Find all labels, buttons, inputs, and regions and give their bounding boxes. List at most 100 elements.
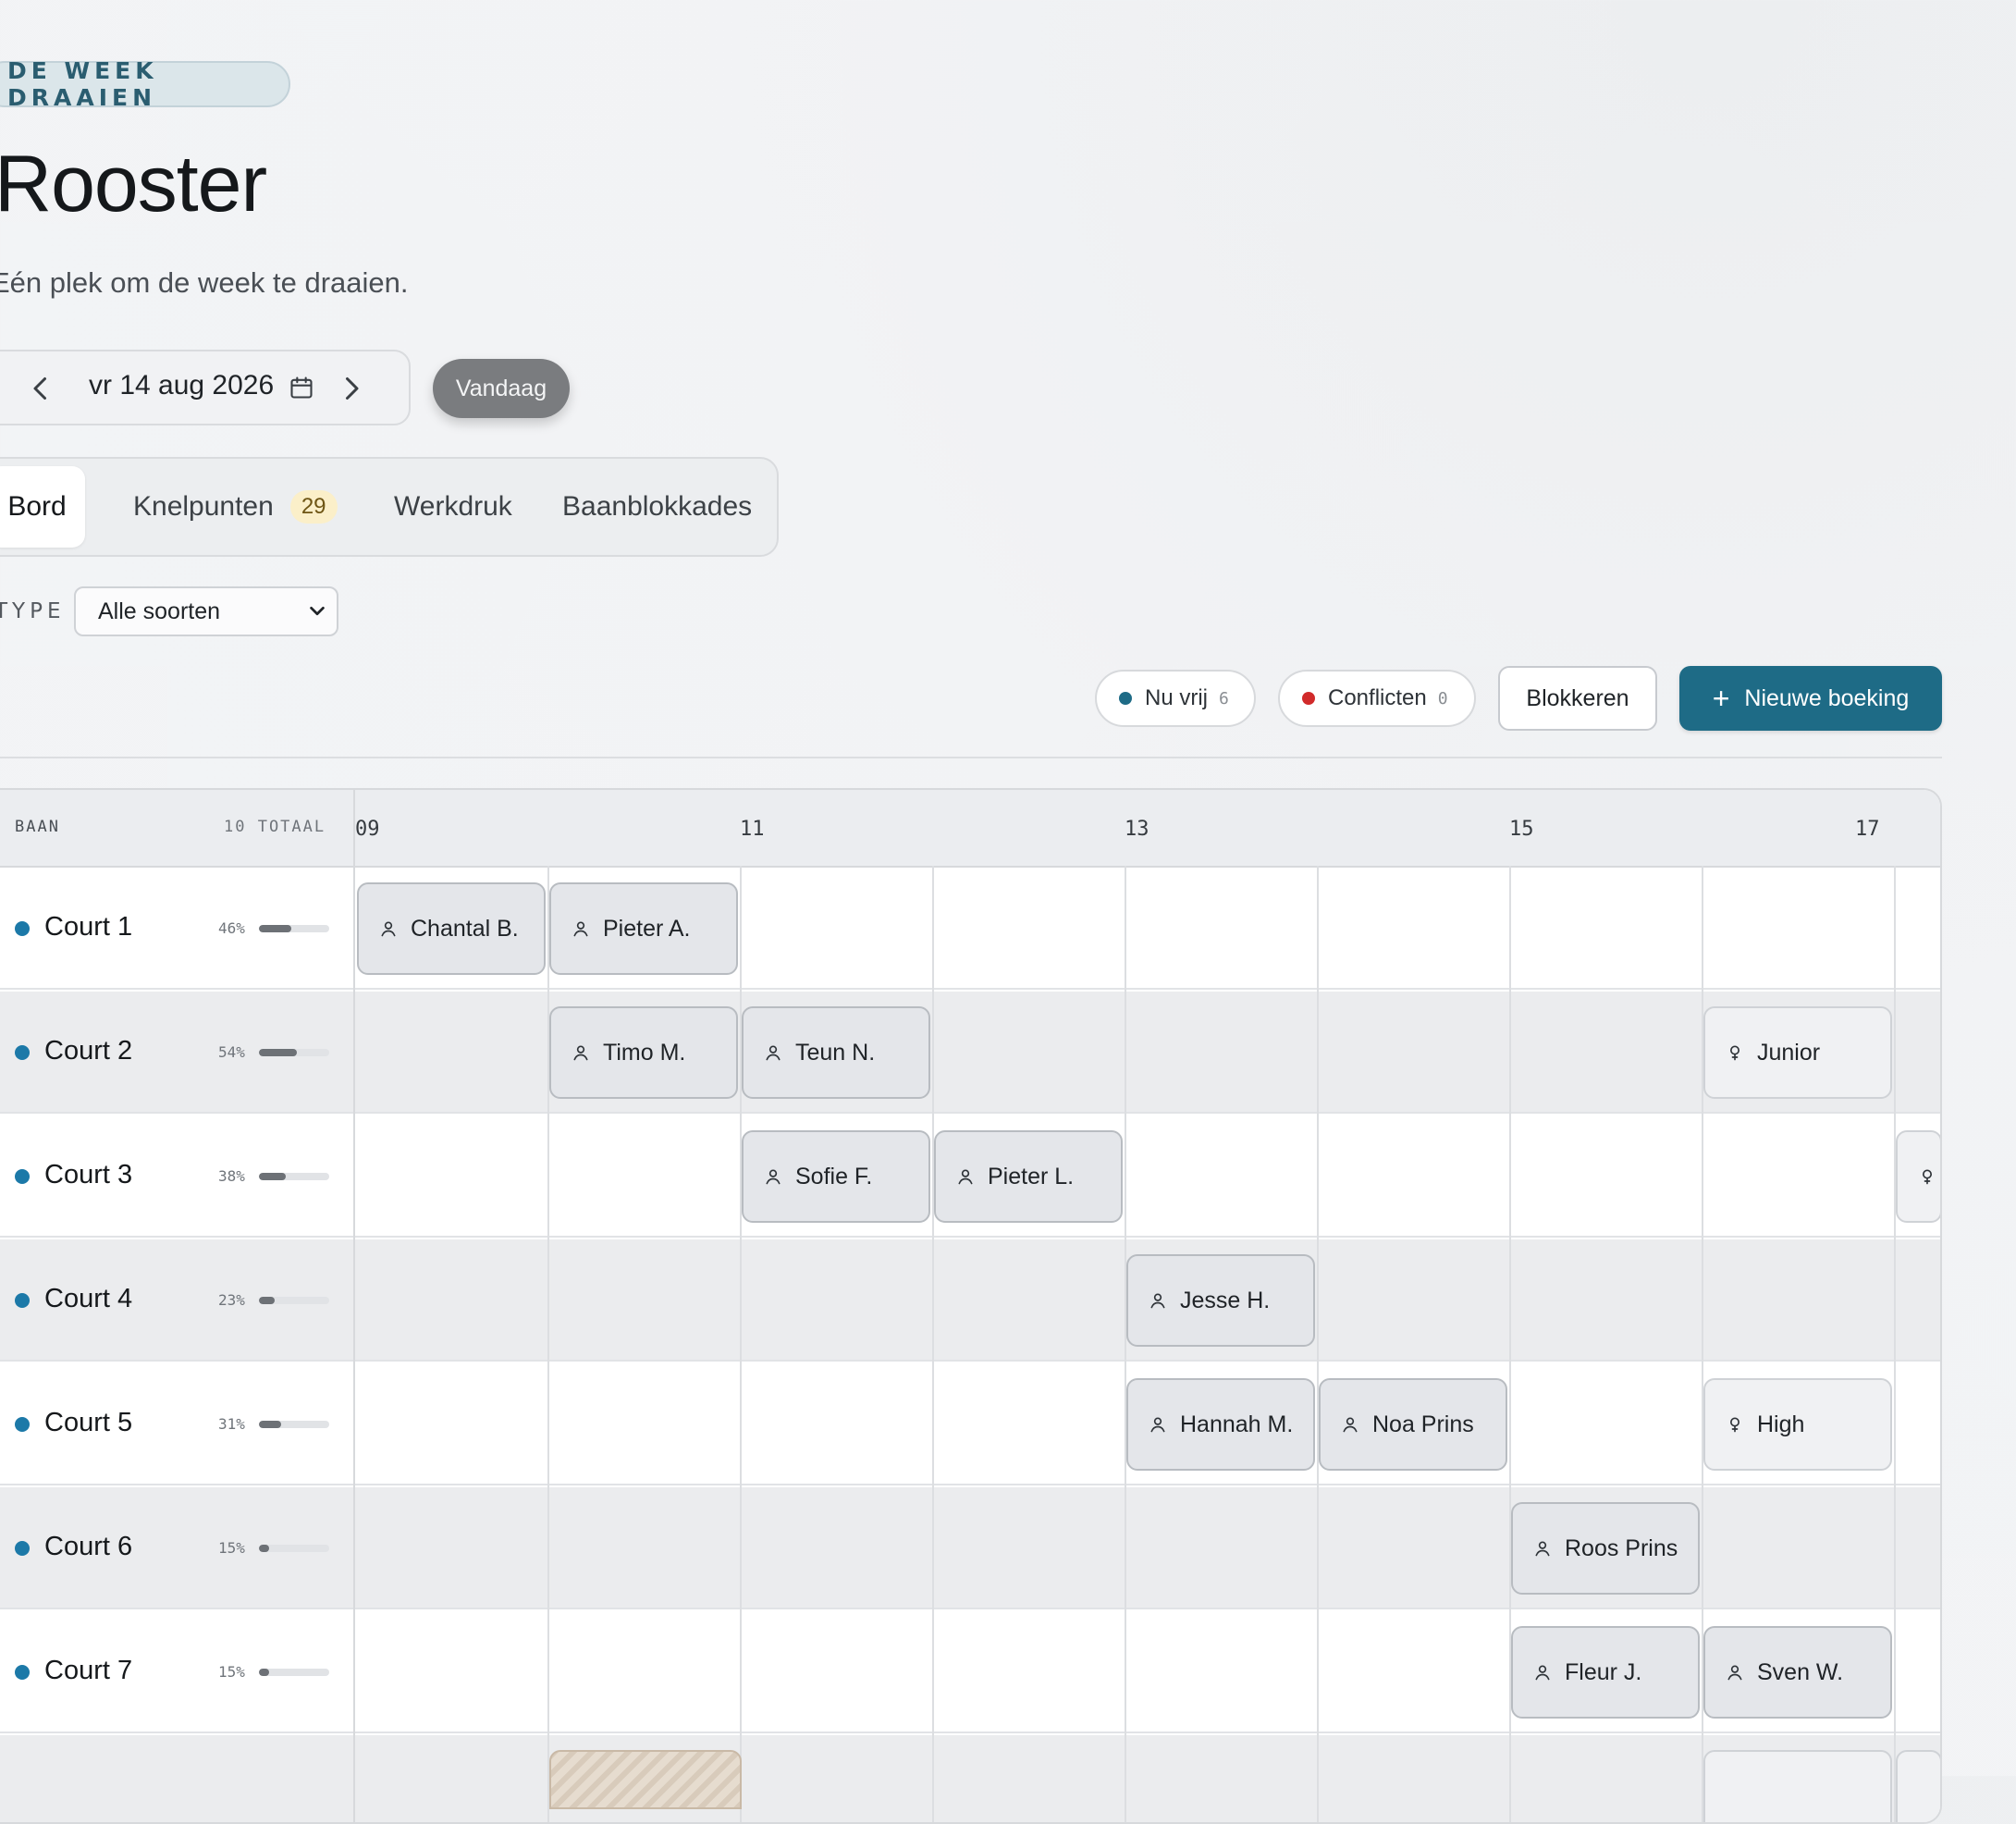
person-icon — [1535, 1541, 1550, 1557]
calendar-icon[interactable] — [289, 374, 314, 401]
utilization-percent: 46% — [218, 919, 245, 937]
group-booking[interactable]: High — [1703, 1378, 1892, 1471]
booking-block[interactable]: Fleur J. — [1511, 1626, 1700, 1719]
new-booking-label: Nieuwe boeking — [1744, 684, 1910, 711]
trophy-icon — [1730, 1045, 1739, 1061]
court-blockade[interactable] — [549, 1750, 742, 1809]
today-button[interactable]: Vandaag — [433, 359, 570, 418]
total-courts: 10 TOTAAL — [224, 818, 326, 836]
status-dot — [15, 1045, 30, 1060]
status-dot — [15, 1665, 30, 1680]
court-name[interactable]: Court 6 — [44, 1532, 132, 1562]
booking-block[interactable]: Sofie F. — [742, 1130, 930, 1223]
court-column-header: BAAN — [15, 818, 60, 836]
booking-name: Timo M. — [603, 1039, 686, 1066]
page-eyebrow: DE WEEK DRAAIEN — [0, 57, 290, 111]
utilization-fill — [259, 1173, 286, 1180]
person-icon — [1535, 1665, 1550, 1681]
group-booking[interactable]: Junior — [1703, 1006, 1892, 1099]
tab-knelpunten[interactable]: Knelpunten 29 — [133, 466, 338, 548]
person-icon — [1343, 1417, 1358, 1433]
booking-block[interactable]: Roos Prins — [1511, 1502, 1700, 1595]
booking-name: Hannah M. — [1180, 1411, 1294, 1437]
utilization-fill — [259, 1421, 281, 1428]
booking-name: Teun N. — [795, 1039, 876, 1066]
page-title: Rooster — [0, 140, 267, 228]
person-icon — [1727, 1665, 1742, 1681]
person-icon — [766, 1045, 781, 1061]
utilization-fill — [259, 1049, 298, 1056]
hour-gridline — [547, 866, 549, 1822]
booking-name: Pieter A. — [603, 915, 691, 942]
utilization-bar — [259, 1297, 329, 1304]
booking-block[interactable]: Sven W. — [1703, 1626, 1892, 1719]
booking-block[interactable] — [1703, 1750, 1892, 1822]
tab-bord[interactable]: Bord — [0, 466, 85, 548]
utilization-bar — [259, 1545, 329, 1552]
count-badge: 29 — [289, 490, 338, 524]
conflicts-label: Conflicten — [1328, 685, 1427, 710]
court-name[interactable]: Court 3 — [44, 1160, 132, 1190]
chevron-right-icon[interactable] — [335, 372, 368, 405]
status-dot — [1119, 692, 1132, 705]
person-icon — [958, 1169, 973, 1185]
booking-name: Sven W. — [1757, 1658, 1844, 1685]
utilization-percent: 54% — [218, 1043, 245, 1061]
utilization-fill — [259, 1669, 270, 1676]
tab-werkdruk[interactable]: Werkdruk — [394, 466, 512, 548]
utilization-percent: 38% — [218, 1167, 245, 1185]
utilization-bar — [259, 1049, 329, 1056]
court-name[interactable]: Court 4 — [44, 1284, 132, 1314]
conflicts-count: 0 — [1437, 688, 1448, 709]
current-date[interactable]: vr 14 aug 2026 — [89, 370, 274, 401]
booking-name: Noa Prins — [1372, 1411, 1474, 1437]
court-name[interactable]: Court 1 — [44, 912, 132, 943]
booking-block[interactable]: Teun N. — [742, 1006, 930, 1099]
status-dot — [15, 1169, 30, 1184]
group-booking[interactable] — [1896, 1130, 1940, 1223]
booking-block[interactable]: Chantal B. — [357, 882, 546, 975]
chevron-down-icon — [310, 606, 325, 616]
booking-name: Junior — [1757, 1039, 1821, 1066]
booking-name: Jesse H. — [1180, 1287, 1271, 1313]
utilization-percent: 23% — [218, 1291, 245, 1309]
person-icon — [1150, 1417, 1165, 1433]
booking-block[interactable] — [1896, 1750, 1940, 1822]
court-name[interactable]: Court 2 — [44, 1036, 132, 1066]
booking-block[interactable]: Noa Prins — [1319, 1378, 1507, 1471]
booking-name: Roos Prins — [1565, 1534, 1678, 1561]
person-icon — [1150, 1293, 1165, 1309]
utilization-bar — [259, 1173, 329, 1180]
booking-block[interactable]: Pieter L. — [934, 1130, 1123, 1223]
new-booking-button[interactable]: + Nieuwe boeking — [1679, 666, 1942, 731]
person-icon — [573, 921, 588, 937]
booking-block[interactable]: Pieter A. — [549, 882, 738, 975]
court-row: Court 4 23% — [0, 1239, 1940, 1362]
booking-block[interactable]: Jesse H. — [1126, 1254, 1315, 1347]
booking-name: Fleur J. — [1565, 1658, 1642, 1685]
conflicts-pill[interactable]: Conflicten 0 — [1278, 670, 1476, 727]
free-now-pill[interactable]: Nu vrij 6 — [1095, 670, 1256, 727]
tab-baanblokkades[interactable]: Baanblokkades — [562, 466, 752, 548]
booking-block[interactable]: Timo M. — [549, 1006, 738, 1099]
trophy-icon — [1730, 1417, 1739, 1433]
page-subtitle: Eén plek om de week te draaien. — [0, 266, 409, 299]
hour-label: 09 — [355, 818, 380, 841]
hour-label: 13 — [1125, 818, 1149, 841]
court-name[interactable]: Court 5 — [44, 1408, 132, 1438]
court-name[interactable]: Court 7 — [44, 1656, 132, 1686]
utilization-percent: 15% — [218, 1663, 245, 1681]
hour-label: 17 — [1855, 818, 1880, 841]
type-select[interactable]: Alle soorten — [74, 586, 338, 636]
status-dot — [15, 921, 30, 936]
utilization-bar — [259, 1669, 329, 1676]
label-column-separator — [353, 790, 355, 1822]
type-filter-label: TYPE — [0, 599, 66, 623]
status-dot — [15, 1541, 30, 1556]
utilization-bar — [259, 1421, 329, 1428]
booking-block[interactable]: Hannah M. — [1126, 1378, 1315, 1471]
block-button[interactable]: Blokkeren — [1498, 666, 1657, 731]
hour-gridline — [1317, 866, 1319, 1822]
chevron-left-icon[interactable] — [24, 372, 57, 405]
status-dot — [15, 1417, 30, 1432]
